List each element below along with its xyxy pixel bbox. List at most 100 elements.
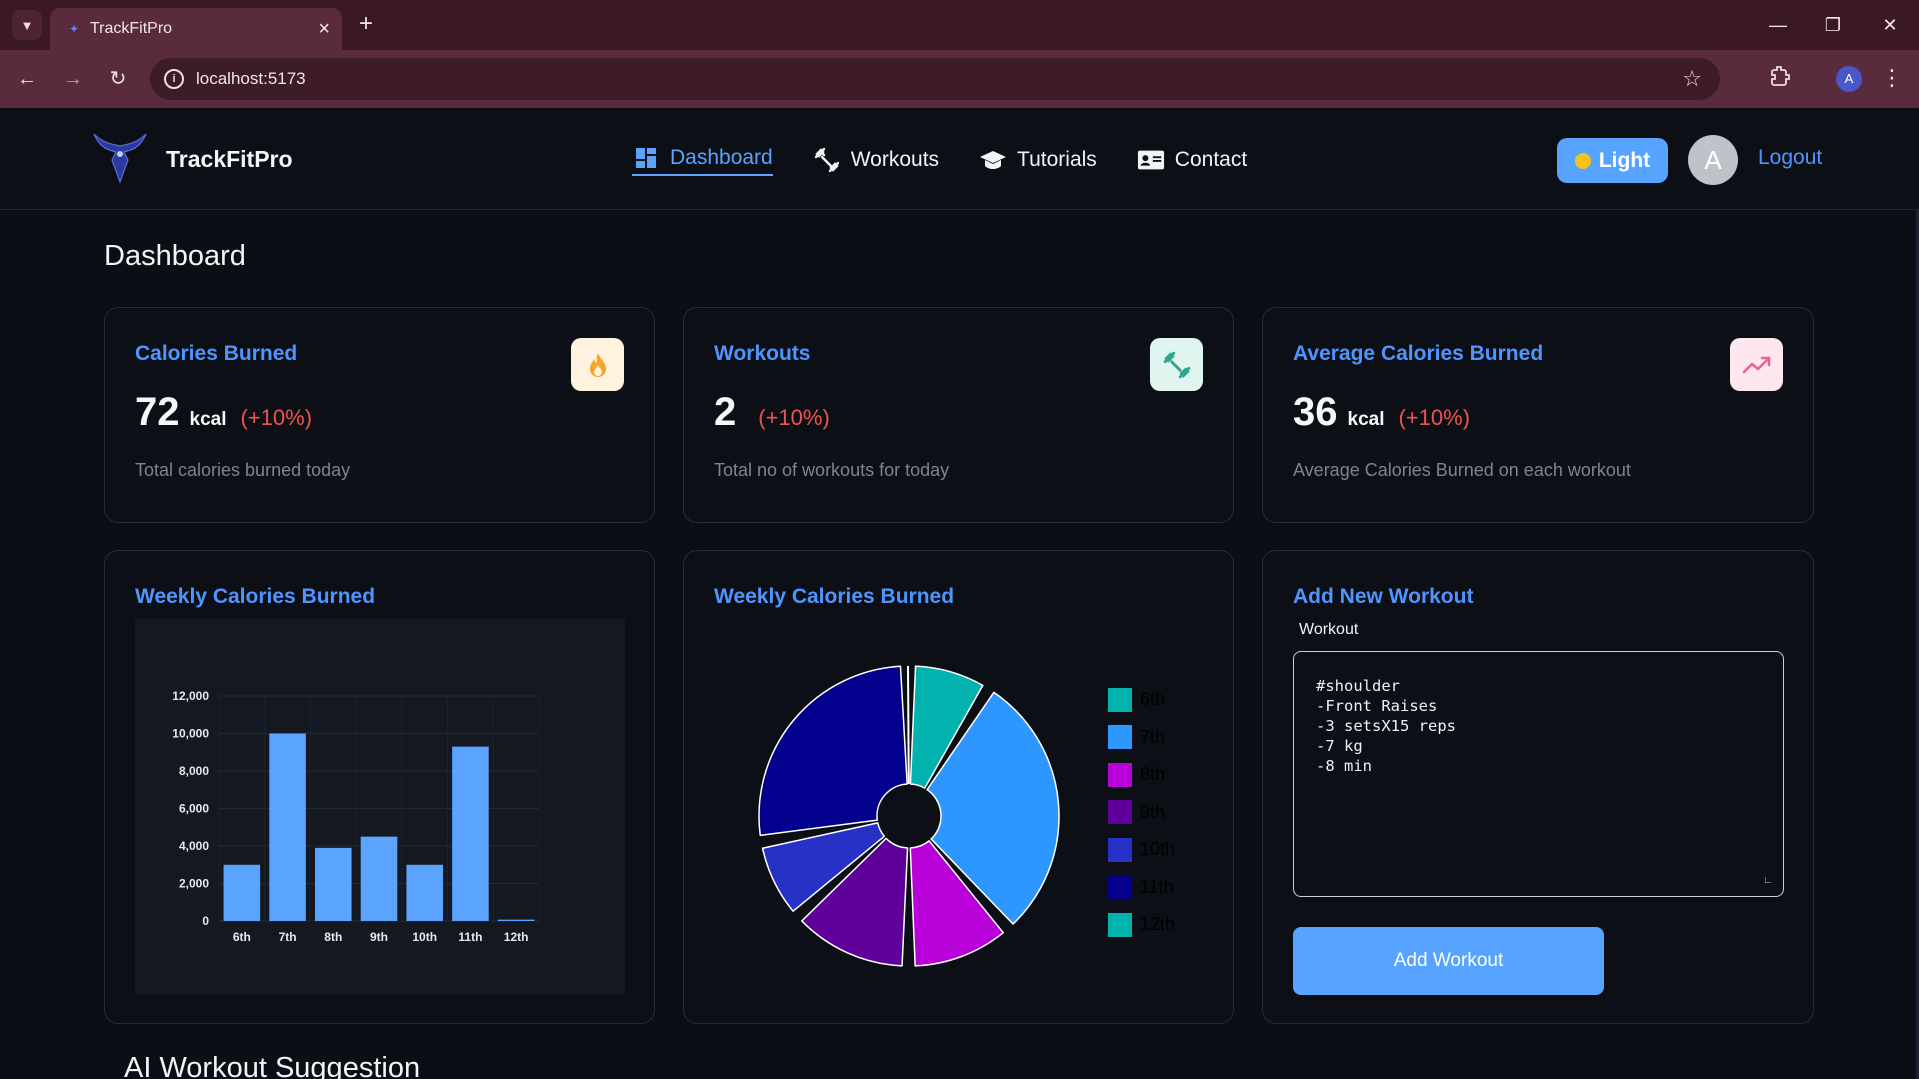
workout-field-label: Workout <box>1299 621 1359 638</box>
stat-change: (+10%) <box>1398 405 1471 430</box>
legend-item: 8th <box>1108 756 1175 794</box>
url-text[interactable]: localhost:5173 <box>196 69 306 89</box>
extensions-icon[interactable] <box>1767 64 1793 90</box>
add-workout-button[interactable]: Add Workout <box>1293 927 1604 995</box>
y-tick-label: 4,000 <box>179 839 209 853</box>
bookmark-star-icon[interactable]: ☆ <box>1682 66 1702 92</box>
dashboard-icon <box>632 145 660 171</box>
contact-card-icon <box>1137 147 1165 173</box>
browser-tab[interactable]: ✦ TrackFitPro × <box>50 8 342 50</box>
page-title: Dashboard <box>104 240 246 272</box>
more-menu-icon[interactable]: ⋮ <box>1880 64 1904 94</box>
bar-chart-card: Weekly Calories Burned 0 2,000 4,000 6,000 8… <box>104 550 655 1024</box>
browser-tab-bar: ▼ ✦ TrackFitPro × + — ❐ ✕ <box>0 0 1919 50</box>
stat-description: Total no of workouts for today <box>714 460 950 480</box>
nav-label: Dashboard <box>670 146 773 169</box>
logout-link[interactable]: Logout <box>1758 146 1822 170</box>
x-tick-label: 9th <box>370 930 388 944</box>
bar-9th <box>360 836 398 921</box>
bar-10th <box>406 864 443 921</box>
forward-arrow-icon[interactable]: → <box>58 64 88 94</box>
bar-7th <box>269 733 306 921</box>
legend-swatch <box>1108 762 1132 787</box>
x-tick-label: 10th <box>412 930 437 944</box>
stat-title: Average Calories Burned <box>1293 342 1544 365</box>
legend-item: 10th <box>1108 831 1175 869</box>
stat-number: 72 <box>135 390 180 434</box>
add-workout-title: Add New Workout <box>1293 585 1474 608</box>
bar-12th <box>497 919 535 921</box>
chart-title: Weekly Calories Burned <box>714 585 955 608</box>
back-arrow-icon[interactable]: ← <box>12 64 42 94</box>
legend-swatch <box>1108 725 1132 750</box>
trending-up-icon <box>1730 338 1783 391</box>
pie-slice-11th <box>758 665 908 837</box>
x-tick-label: 12th <box>504 930 529 944</box>
chevron-down-icon: ▼ <box>20 17 34 33</box>
flame-icon <box>571 338 624 391</box>
nav-label: Tutorials <box>1017 148 1097 171</box>
reload-icon[interactable]: ↻ <box>103 64 133 94</box>
x-tick-label: 8th <box>324 930 342 944</box>
workout-textarea[interactable] <box>1293 651 1784 897</box>
pie-chart <box>758 665 1060 967</box>
new-tab-button[interactable]: + <box>352 10 380 38</box>
x-tick-label: 7th <box>279 930 297 944</box>
nav-label: Contact <box>1174 148 1248 171</box>
graduation-cap-icon <box>979 147 1007 173</box>
stat-value-row: 72 kcal (+10%) <box>135 390 312 435</box>
tab-search-button[interactable]: ▼ <box>12 10 42 40</box>
nav-item-dashboard[interactable]: Dashboard <box>632 144 773 176</box>
profile-avatar[interactable]: A <box>1836 66 1862 92</box>
legend-item: 7th <box>1108 719 1175 757</box>
legend-label: 10th <box>1140 839 1176 860</box>
minimize-icon[interactable]: — <box>1760 10 1796 40</box>
logo-icon[interactable] <box>90 130 150 186</box>
user-avatar[interactable]: A <box>1688 135 1738 185</box>
stat-change: (+10%) <box>758 405 830 430</box>
nav-label: Workouts <box>850 148 940 171</box>
site-info-icon[interactable]: i <box>164 69 184 89</box>
legend-item: 12th <box>1108 906 1175 944</box>
bar-8th <box>315 847 352 921</box>
dumbbell-icon <box>1150 338 1203 391</box>
nav-item-tutorials[interactable]: Tutorials <box>979 144 1097 176</box>
pie-chart-card: Weekly Calories Burned 6th 7th 8th 9th 10th 1… <box>683 550 1234 1024</box>
pie-slice-12th <box>906 665 910 785</box>
y-tick-label: 8,000 <box>179 764 209 778</box>
close-tab-icon[interactable]: × <box>318 17 330 41</box>
stat-change: (+10%) <box>240 405 313 430</box>
app-header: TrackFitPro Dashboard Workouts Tutorials… <box>0 108 1919 210</box>
stat-value-row: 2 (+10%) <box>714 390 830 435</box>
y-tick-label: 12,000 <box>172 689 209 703</box>
bar-6th <box>223 864 261 921</box>
main-nav: Dashboard Workouts Tutorials Contact <box>632 144 1287 176</box>
legend-swatch <box>1108 837 1132 862</box>
address-bar[interactable]: i localhost:5173 ☆ <box>150 58 1720 100</box>
legend-swatch <box>1108 875 1132 900</box>
chart-title: Weekly Calories Burned <box>135 585 376 608</box>
legend-item: 9th <box>1108 794 1175 832</box>
window-close-icon[interactable]: ✕ <box>1872 10 1908 40</box>
bar-11th <box>452 746 489 921</box>
browser-toolbar: ← → ↻ i localhost:5173 ☆ A ⋮ <box>0 50 1919 108</box>
stat-title: Workouts <box>714 342 811 365</box>
stat-card-average: Average Calories Burned 36 kcal (+10%) A… <box>1262 307 1814 523</box>
y-tick-label: 0 <box>202 914 209 928</box>
x-tick-label: 11th <box>458 930 482 944</box>
stat-value-row: 36 kcal (+10%) <box>1293 390 1470 435</box>
restore-icon[interactable]: ❐ <box>1815 10 1851 40</box>
resize-grip-icon[interactable]: ∟ <box>1763 875 1773 886</box>
nav-item-contact[interactable]: Contact <box>1137 144 1247 176</box>
stat-card-workouts: Workouts 2 (+10%) Total no of workouts f… <box>683 307 1234 523</box>
legend-label: 6th <box>1140 689 1166 710</box>
brand-name[interactable]: TrackFitPro <box>166 146 293 173</box>
theme-toggle-button[interactable]: Light <box>1557 138 1668 183</box>
theme-toggle-label: Light <box>1598 148 1651 172</box>
ai-suggestion-title: AI Workout Suggestion <box>124 1052 421 1079</box>
legend-label: 8th <box>1140 764 1166 785</box>
nav-item-workouts[interactable]: Workouts <box>813 144 939 176</box>
legend-swatch <box>1108 687 1132 712</box>
stat-description: Total calories burned today <box>135 460 351 480</box>
add-workout-card: Add New Workout Workout ∟ Add Workout <box>1262 550 1814 1024</box>
